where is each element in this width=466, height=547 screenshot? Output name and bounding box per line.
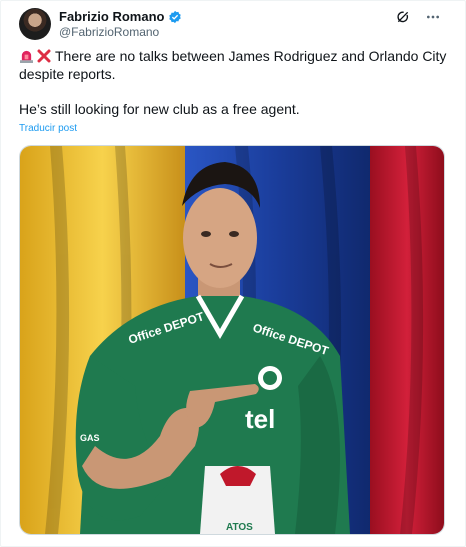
display-name[interactable]: Fabrizio Romano <box>59 9 164 24</box>
player-photo: Office DEPOT Office DEPOT tel ATOS GAS <box>20 146 444 534</box>
post-text-line2: He’s still looking for new club as a fre… <box>19 101 300 117</box>
jersey-brand-text: tel <box>245 404 275 434</box>
post-media[interactable]: Office DEPOT Office DEPOT tel ATOS GAS <box>19 145 445 535</box>
author-name-row[interactable]: Fabrizio Romano <box>59 9 182 24</box>
author-handle[interactable]: @FabrizioRomano <box>59 25 159 39</box>
siren-emoji <box>20 50 33 63</box>
verified-badge-icon <box>169 10 182 23</box>
post-text-line1: There are no talks between James Rodrigu… <box>19 47 449 83</box>
cross-mark-emoji <box>37 49 51 63</box>
translate-link[interactable]: Traducir post <box>19 123 77 134</box>
jersey-badge-text: ATOS <box>226 522 253 533</box>
post-text-1: There are no talks between James Rodrigu… <box>19 48 447 82</box>
jersey-side-text: GAS <box>80 433 100 443</box>
grok-icon[interactable] <box>395 9 411 25</box>
more-icon[interactable] <box>425 9 441 25</box>
tweet-card[interactable]: Fabrizio Romano @FabrizioRomano There ar… <box>0 0 466 547</box>
top-actions <box>395 9 441 25</box>
avatar[interactable] <box>19 8 51 40</box>
